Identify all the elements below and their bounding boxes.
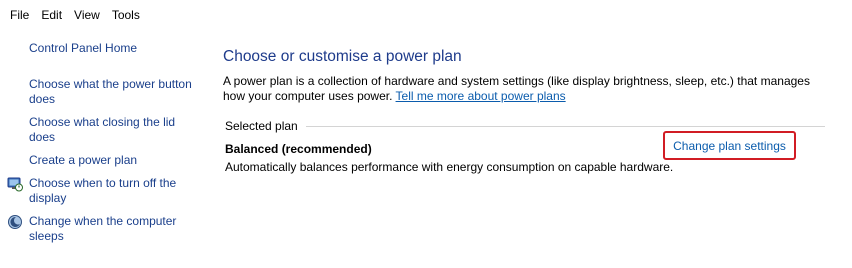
page-title: Choose or customise a power plan <box>223 48 462 65</box>
selected-plan-label: Selected plan <box>225 119 298 133</box>
menu-view[interactable]: View <box>68 0 106 30</box>
sidebar-link-closing-lid[interactable]: Choose what closing the lid does <box>29 115 197 145</box>
change-plan-settings-link[interactable]: Change plan settings <box>673 139 786 153</box>
menu-tools[interactable]: Tools <box>106 0 146 30</box>
plan-description: Automatically balances performance with … <box>225 160 674 174</box>
intro-paragraph: A power plan is a collection of hardware… <box>223 74 823 104</box>
moon-sleep-icon <box>7 214 23 230</box>
menu-edit[interactable]: Edit <box>35 0 68 30</box>
menu-file[interactable]: File <box>4 0 35 30</box>
control-panel-home-link[interactable]: Control Panel Home <box>29 41 197 56</box>
tell-me-more-link[interactable]: Tell me more about power plans <box>396 89 566 103</box>
section-divider <box>305 125 825 127</box>
display-power-icon <box>7 176 23 192</box>
change-plan-settings-highlight: Change plan settings <box>663 131 796 160</box>
sidebar-link-display-off[interactable]: Choose when to turn off the display <box>29 176 197 206</box>
sidebar-link-sleep[interactable]: Change when the computer sleeps <box>29 214 197 244</box>
sidebar-link-create-plan[interactable]: Create a power plan <box>29 153 197 168</box>
sidebar-link-power-button[interactable]: Choose what the power button does <box>29 77 197 107</box>
menu-bar: File Edit View Tools <box>0 0 852 30</box>
plan-name: Balanced (recommended) <box>225 142 372 156</box>
